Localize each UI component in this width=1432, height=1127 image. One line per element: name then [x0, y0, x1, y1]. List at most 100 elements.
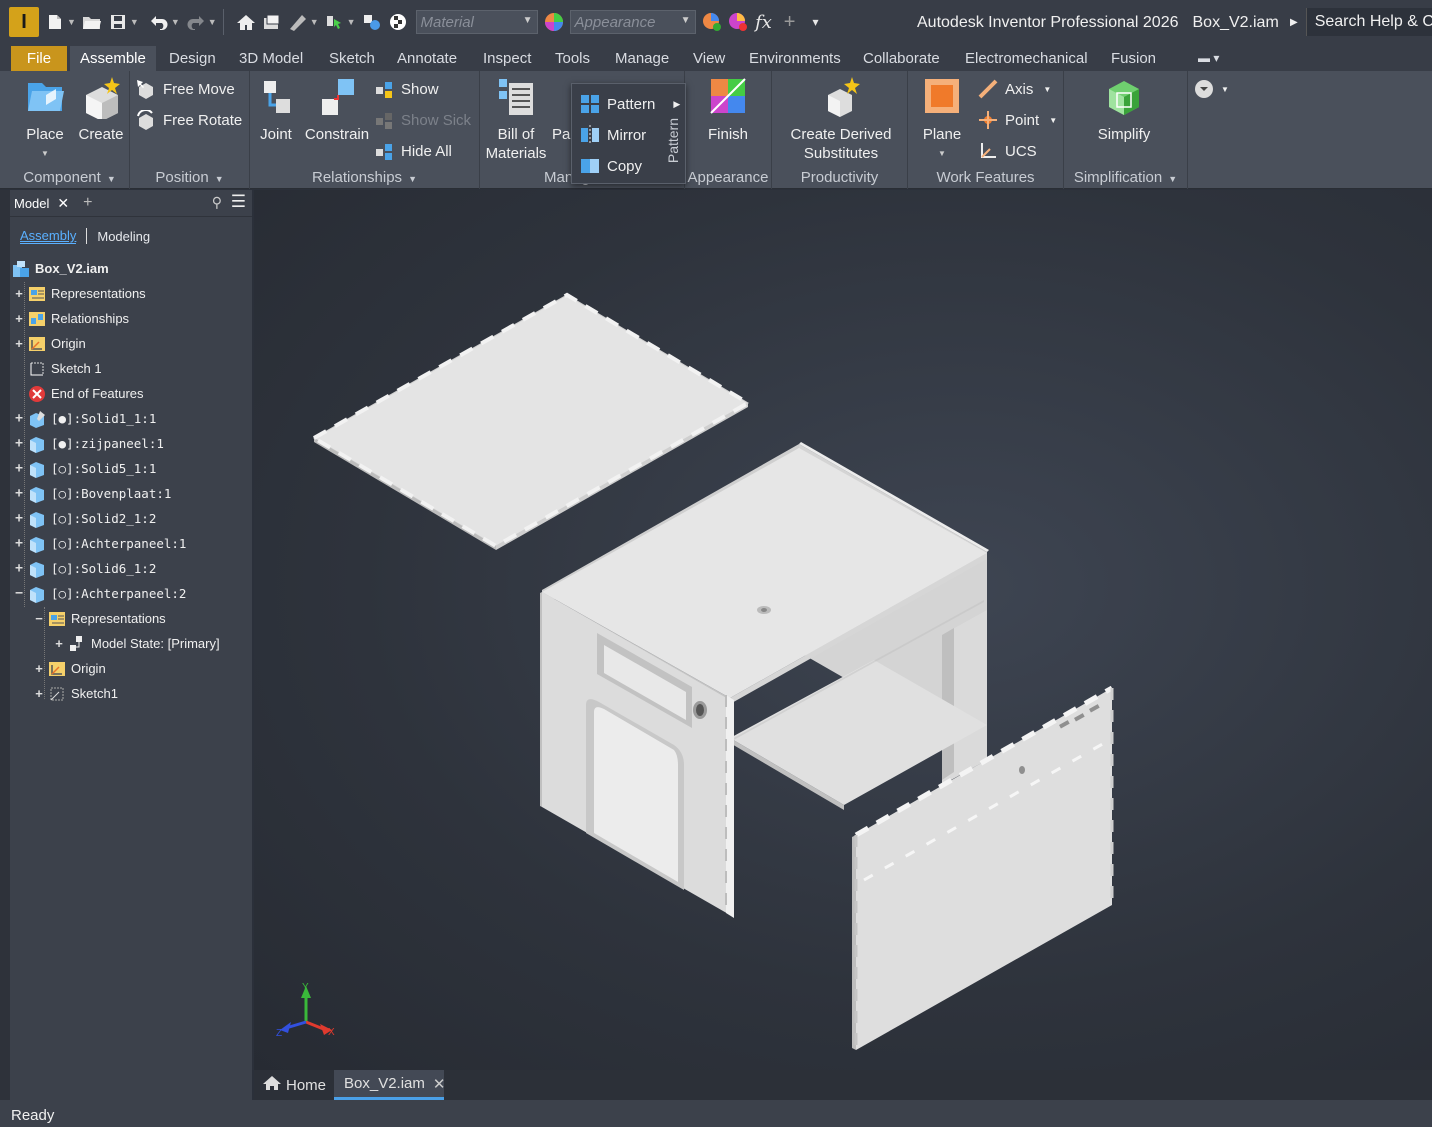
new-file-caret-icon[interactable]: ▼: [67, 17, 76, 27]
ribbon-options-button[interactable]: ▼: [1194, 76, 1229, 102]
select-icon[interactable]: [325, 12, 345, 32]
project-icon[interactable]: [262, 12, 282, 32]
open-folder-icon[interactable]: [82, 12, 102, 32]
place-button[interactable]: Place ▼: [22, 75, 68, 163]
close-document-icon[interactable]: ✕: [433, 1075, 446, 1093]
position-panel-footer[interactable]: Position ▼: [130, 167, 249, 189]
ribbon-display-icon[interactable]: ▬ ▾: [1188, 46, 1229, 71]
add-icon[interactable]: +: [780, 11, 800, 33]
component-panel-footer[interactable]: Component ▼: [10, 167, 129, 189]
close-browser-icon[interactable]: ✕: [57, 195, 69, 212]
tree-node-bovenplaat[interactable]: + [○]:Bovenplaat:1: [14, 481, 171, 506]
collapse-icon[interactable]: −: [34, 611, 44, 626]
tab-electromechanical[interactable]: Electromechanical: [955, 46, 1098, 71]
new-file-icon[interactable]: [45, 12, 65, 32]
tree-node-sketch-1[interactable]: Sketch 1: [14, 356, 102, 381]
search-input[interactable]: Search Help & Commands...: [1305, 8, 1432, 36]
mirror-menu-item[interactable]: Mirror: [580, 122, 646, 148]
expand-icon[interactable]: +: [14, 486, 24, 501]
copy-menu-item[interactable]: Copy: [580, 153, 642, 179]
tree-node-solid1[interactable]: + [●]:Solid1_1:1: [14, 406, 156, 431]
mode-modeling[interactable]: Modeling: [97, 229, 150, 244]
tab-fusion[interactable]: Fusion: [1101, 46, 1166, 71]
expand-icon[interactable]: +: [14, 286, 24, 301]
hide-all-button[interactable]: Hide All: [374, 138, 452, 164]
show-sick-button[interactable]: Show Sick: [374, 107, 471, 133]
expand-icon[interactable]: +: [14, 336, 24, 351]
model-canvas[interactable]: Y X Z: [254, 190, 1432, 1070]
tree-node-representations[interactable]: + Representations: [14, 281, 145, 306]
checker-icon[interactable]: [388, 12, 408, 32]
appearance-color-icon[interactable]: [544, 12, 564, 32]
plane-button[interactable]: Plane ▼: [918, 75, 966, 163]
select-caret-icon[interactable]: ▼: [347, 17, 356, 27]
ucs-button[interactable]: UCS: [978, 138, 1037, 164]
tree-node-achterpaneel-2[interactable]: − [○]:Achterpaneel:2: [14, 581, 186, 606]
expand-icon[interactable]: +: [34, 661, 44, 676]
point-button[interactable]: Point ▼: [978, 107, 1057, 133]
add-browser-tab-icon[interactable]: +: [83, 194, 92, 212]
expand-icon[interactable]: +: [14, 511, 24, 526]
tree-root[interactable]: Box_V2.iam: [12, 256, 109, 281]
expand-icon[interactable]: +: [14, 461, 24, 476]
tab-manage[interactable]: Manage: [605, 46, 679, 71]
bill-of-materials-button[interactable]: Bill of Materials: [484, 75, 548, 163]
tree-node-end-of-features[interactable]: End of Features: [14, 381, 144, 406]
help-search[interactable]: ▶ Search Help & Commands...: [1290, 8, 1432, 36]
save-caret-icon[interactable]: ▼: [130, 17, 139, 27]
home-tab[interactable]: Home: [256, 1070, 332, 1100]
measure-icon[interactable]: [288, 12, 308, 32]
tree-node-solid6[interactable]: + [○]:Solid6_1:2: [14, 556, 156, 581]
measure-caret-icon[interactable]: ▼: [310, 17, 319, 27]
constrain-button[interactable]: Constrain: [304, 75, 370, 144]
expand-icon[interactable]: +: [14, 311, 24, 326]
tab-environments[interactable]: Environments: [739, 46, 851, 71]
pattern-menu-item[interactable]: Pattern ▶: [580, 91, 680, 117]
redo-icon[interactable]: [186, 12, 206, 32]
undo-icon[interactable]: [149, 12, 169, 32]
tree-node-solid5[interactable]: + [○]:Solid5_1:1: [14, 456, 156, 481]
tree-node-solid2[interactable]: + [○]:Solid2_1:2: [14, 506, 156, 531]
tree-node-child-sketch1[interactable]: + Sketch1: [34, 681, 118, 706]
tab-sketch[interactable]: Sketch: [319, 46, 385, 71]
tree-node-child-origin[interactable]: + Origin: [34, 656, 105, 681]
relationships-panel-footer[interactable]: Relationships ▼: [250, 167, 479, 189]
graphics-viewport[interactable]: Y X Z: [254, 190, 1432, 1070]
search-arrow-icon[interactable]: ▶: [1290, 17, 1298, 28]
tab-design[interactable]: Design: [159, 46, 226, 71]
work-features-panel-footer[interactable]: Work Features: [908, 167, 1063, 189]
expand-icon[interactable]: +: [14, 561, 24, 576]
collapse-icon[interactable]: −: [14, 586, 24, 601]
free-move-button[interactable]: Free Move: [136, 76, 235, 102]
create-derived-substitutes-button[interactable]: Create Derived Substitutes: [778, 75, 904, 163]
undo-caret-icon[interactable]: ▼: [171, 17, 180, 27]
tree-node-relationships[interactable]: + Relationships: [14, 306, 129, 331]
tab-file[interactable]: File: [11, 46, 67, 71]
tree-node-zijpaneel[interactable]: + [●]:zijpaneel:1: [14, 431, 164, 456]
appearance-combo[interactable]: Appearance ▼: [569, 10, 696, 34]
tab-collaborate[interactable]: Collaborate: [853, 46, 950, 71]
document-tab-box-v2[interactable]: Box_V2.iam ✕: [334, 1070, 446, 1100]
simplify-button[interactable]: Simplify: [1094, 75, 1154, 144]
expand-icon[interactable]: +: [14, 536, 24, 551]
tab-tools[interactable]: Tools: [545, 46, 600, 71]
tab-3d-model[interactable]: 3D Model: [229, 46, 313, 71]
browser-search-icon[interactable]: ⚲: [212, 194, 222, 211]
show-button[interactable]: Show: [374, 76, 439, 102]
axis-button[interactable]: Axis ▼: [978, 76, 1051, 102]
expand-icon[interactable]: +: [14, 411, 24, 426]
redo-caret-icon[interactable]: ▼: [208, 17, 217, 27]
browser-menu-icon[interactable]: ☰: [231, 192, 246, 212]
tree-node-model-state[interactable]: + Model State: [Primary]: [54, 631, 220, 656]
material-combo[interactable]: Material ▼: [415, 10, 538, 34]
tree-node-child-representations[interactable]: − Representations: [34, 606, 165, 631]
browser-tab-model[interactable]: Model: [14, 196, 49, 211]
customize-toolbar-icon[interactable]: ▾: [806, 12, 826, 32]
finish-button[interactable]: Finish: [703, 75, 753, 144]
shapes-icon[interactable]: [362, 12, 382, 32]
productivity-panel-footer[interactable]: Productivity: [772, 167, 907, 189]
simplification-panel-footer[interactable]: Simplification ▼: [1064, 167, 1187, 189]
free-rotate-button[interactable]: Free Rotate: [136, 107, 242, 133]
home-icon[interactable]: [236, 12, 256, 32]
clear-appearance-icon[interactable]: [728, 12, 748, 32]
